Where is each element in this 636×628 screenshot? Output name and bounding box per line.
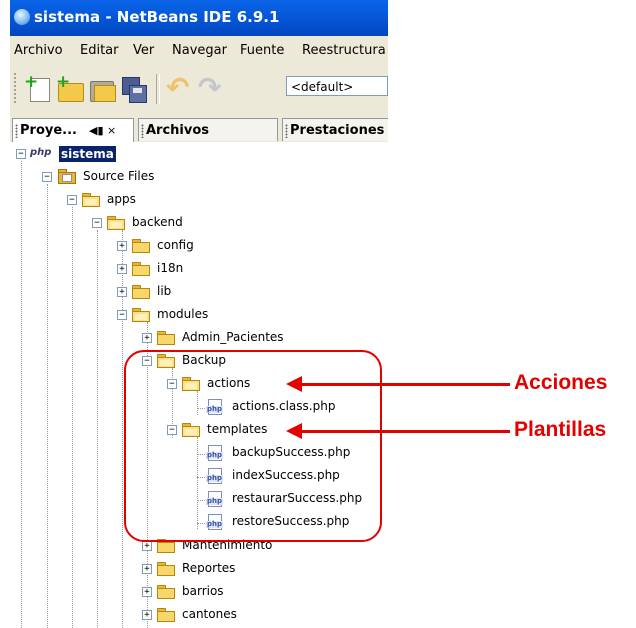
tree-item-i18n[interactable]: i18n [157, 260, 183, 276]
expand-toggle[interactable]: + [117, 264, 127, 274]
tree-line [21, 161, 22, 628]
panel-tabs: Proye... ◀▮ × Archivos Prestaciones [10, 112, 388, 143]
tab-grip-icon [285, 123, 288, 138]
toolbar: + + ↶ ↷ <default> [10, 64, 388, 113]
menu-navegar[interactable]: Navegar [172, 43, 227, 58]
menu-editar[interactable]: Editar [80, 43, 119, 58]
new-file-button[interactable]: + [24, 74, 52, 103]
collapse-toggle[interactable]: − [42, 172, 52, 182]
folder-icon [157, 331, 175, 345]
new-project-button[interactable]: + [56, 74, 84, 103]
tab-prestaciones-label: Prestaciones [290, 123, 385, 138]
tab-grip-icon [15, 123, 18, 138]
plantillas-arrow [286, 421, 510, 441]
redo-button[interactable]: ↷ [198, 74, 226, 103]
tree-item-admin-pacientes[interactable]: Admin_Pacientes [182, 329, 284, 345]
toolbar-grip[interactable] [13, 72, 17, 104]
acciones-arrow [286, 374, 510, 394]
window-title: sistema - NetBeans IDE 6.9.1 [34, 8, 280, 26]
php-project-icon: php [30, 147, 52, 158]
expand-toggle[interactable]: + [142, 564, 152, 574]
tab-proyectos-label: Proye... [20, 123, 77, 138]
folder-icon [157, 585, 175, 599]
folder-open-icon [132, 308, 150, 322]
tree-item-source-files[interactable]: Source Files [83, 168, 154, 184]
tab-grip-icon [141, 123, 144, 138]
tree-line [97, 230, 98, 628]
tab-controls[interactable]: ◀▮ × [89, 124, 116, 137]
folder-icon [157, 562, 175, 576]
tree-item-reportes[interactable]: Reportes [182, 560, 235, 576]
annotation-acciones: Acciones [514, 371, 608, 394]
open-project-button[interactable] [88, 75, 116, 103]
source-files-icon [58, 169, 76, 184]
configuration-select[interactable]: <default> [286, 76, 388, 96]
toolbar-separator [156, 74, 160, 104]
netbeans-logo-icon [14, 9, 30, 25]
title-bar: sistema - NetBeans IDE 6.9.1 [10, 0, 388, 36]
expand-toggle[interactable]: + [142, 541, 152, 551]
folder-open-icon [82, 193, 100, 207]
tab-archivos[interactable]: Archivos [138, 118, 278, 141]
tab-proyectos[interactable]: Proye... ◀▮ × [12, 118, 134, 142]
tab-archivos-label: Archivos [146, 123, 210, 138]
menu-reestructura[interactable]: Reestructura [302, 43, 386, 58]
expand-toggle[interactable]: + [142, 333, 152, 343]
redo-icon: ↷ [198, 71, 222, 104]
tree-item-backend[interactable]: backend [132, 214, 183, 230]
expand-toggle[interactable]: + [117, 287, 127, 297]
tree-item-cantones[interactable]: cantones [182, 606, 237, 622]
undo-icon: ↶ [166, 71, 190, 104]
tree-item-modules[interactable]: modules [157, 306, 208, 322]
expand-toggle[interactable]: + [142, 587, 152, 597]
save-all-button[interactable] [120, 75, 148, 103]
collapse-toggle[interactable]: − [67, 195, 77, 205]
tree-item-barrios[interactable]: barrios [182, 583, 224, 599]
menu-fuente[interactable]: Fuente [240, 43, 284, 58]
tree-item-apps[interactable]: apps [107, 191, 136, 207]
folder-icon [132, 285, 150, 299]
folder-icon [157, 608, 175, 622]
tree-item-lib[interactable]: lib [157, 283, 171, 299]
tree-item-config[interactable]: config [157, 237, 194, 253]
tree-line [47, 184, 48, 628]
collapse-toggle[interactable]: − [117, 310, 127, 320]
undo-button[interactable]: ↶ [166, 74, 194, 103]
tree-item-sistema[interactable]: sistema [59, 146, 116, 162]
tab-prestaciones[interactable]: Prestaciones [282, 118, 388, 141]
folder-open-icon [107, 216, 125, 230]
expand-toggle[interactable]: + [117, 241, 127, 251]
folder-icon [132, 239, 150, 253]
tree-line [72, 207, 73, 628]
menu-ver[interactable]: Ver [133, 43, 154, 58]
menu-archivo[interactable]: Archivo [14, 43, 63, 58]
collapse-toggle[interactable]: − [92, 218, 102, 228]
expand-toggle[interactable]: + [142, 610, 152, 620]
folder-icon [132, 262, 150, 276]
collapse-toggle[interactable]: − [16, 149, 26, 159]
annotation-plantillas: Plantillas [514, 418, 607, 441]
menu-bar: Archivo Editar Ver Navegar Fuente Reestr… [10, 36, 388, 64]
